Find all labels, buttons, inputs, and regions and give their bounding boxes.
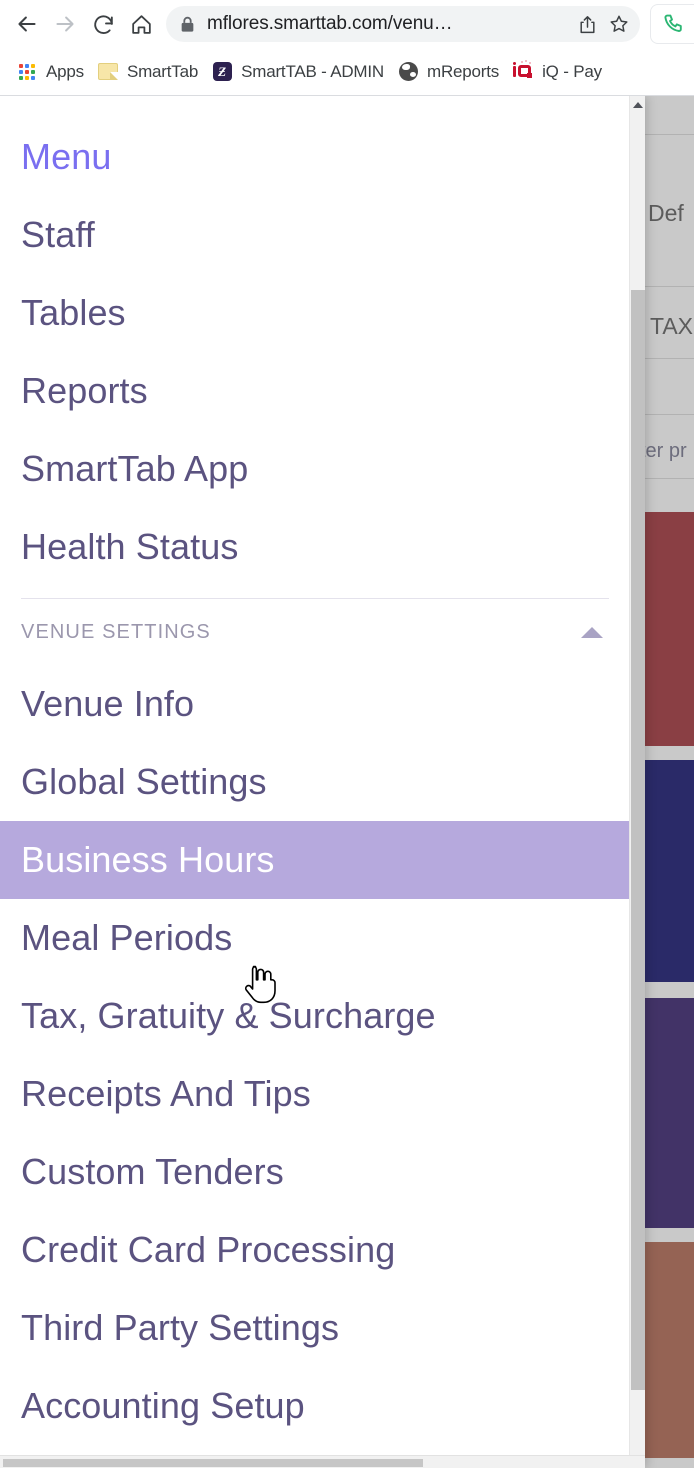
nav-item-label: Reports bbox=[21, 370, 148, 411]
share-icon[interactable] bbox=[572, 9, 602, 39]
nav-item-label: Credit Card Processing bbox=[21, 1229, 396, 1270]
section-header-label: VENUE SETTINGS bbox=[21, 620, 211, 643]
nav-item-credit-card-processing[interactable]: Credit Card Processing bbox=[0, 1211, 629, 1289]
nav-item-label: SmartTab App bbox=[21, 448, 249, 489]
nav-item-receipts-and-tips[interactable]: Receipts And Tips bbox=[0, 1055, 629, 1133]
caret-up-icon bbox=[633, 101, 643, 108]
bookmark-mreports[interactable]: mReports bbox=[391, 55, 506, 89]
page-horizontal-scrollbar[interactable] bbox=[0, 1455, 645, 1468]
iq-pay-icon bbox=[513, 60, 533, 82]
bookmark-smarttab-admin[interactable]: Ƶ SmartTAB - ADMIN bbox=[205, 55, 391, 89]
nav-item-third-party-settings[interactable]: Third Party Settings bbox=[0, 1289, 629, 1367]
apps-grid-icon bbox=[17, 62, 37, 82]
home-icon bbox=[131, 14, 151, 34]
drawer-scroll-area: Menu Staff Tables Reports SmartTab App H… bbox=[0, 96, 629, 1468]
bg-fragment-default: Def bbox=[648, 200, 684, 226]
caret-up-icon[interactable] bbox=[581, 626, 603, 638]
bookmark-label: Apps bbox=[46, 61, 84, 81]
browser-chrome: mflores.smarttab.com/venu… Apps SmartTab… bbox=[0, 0, 694, 96]
nav-item-reports[interactable]: Reports bbox=[0, 352, 629, 430]
bg-fragment-tax: TAX bbox=[650, 313, 694, 339]
drawer-vertical-scrollbar[interactable] bbox=[629, 96, 645, 1468]
nav-item-label: Venue Info bbox=[21, 683, 195, 724]
nav-item-label: Global Settings bbox=[21, 761, 267, 802]
forward-button[interactable] bbox=[46, 5, 84, 43]
nav-item-tables[interactable]: Tables bbox=[0, 274, 629, 352]
section-header-venue-settings[interactable]: VENUE SETTINGS bbox=[0, 599, 629, 665]
horizontal-scrollbar-thumb[interactable] bbox=[3, 1459, 423, 1467]
reload-icon bbox=[93, 14, 113, 34]
nav-item-label: Business Hours bbox=[21, 839, 275, 880]
bookmark-label: SmartTAB - ADMIN bbox=[241, 61, 384, 81]
nav-item-label: Accounting Setup bbox=[21, 1385, 305, 1426]
globe-icon bbox=[398, 62, 418, 82]
nav-item-label: Meal Periods bbox=[21, 917, 233, 958]
nav-item-menu[interactable]: Menu bbox=[0, 118, 629, 196]
nav-item-label: Menu bbox=[21, 136, 112, 177]
nav-item-meal-periods[interactable]: Meal Periods bbox=[0, 899, 629, 977]
url-text: mflores.smarttab.com/venu… bbox=[207, 13, 453, 34]
nav-item-label: Tables bbox=[21, 292, 126, 333]
browser-toolbar: mflores.smarttab.com/venu… bbox=[0, 0, 694, 48]
primary-nav-list: Menu Staff Tables Reports SmartTab App H… bbox=[0, 118, 629, 586]
nav-item-health-status[interactable]: Health Status bbox=[0, 508, 629, 586]
nav-item-label: Third Party Settings bbox=[21, 1307, 340, 1348]
back-button[interactable] bbox=[8, 5, 46, 43]
bookmark-smarttab[interactable]: SmartTab bbox=[91, 55, 205, 89]
arrow-left-icon bbox=[18, 16, 36, 32]
scrollbar-thumb[interactable] bbox=[631, 290, 645, 1390]
extension-button[interactable] bbox=[650, 4, 694, 44]
nav-item-label: Health Status bbox=[21, 526, 239, 567]
bg-fragment-enter-price: ter pr bbox=[640, 440, 687, 462]
nav-item-label: Staff bbox=[21, 214, 95, 255]
nav-item-venue-info[interactable]: Venue Info bbox=[0, 665, 629, 743]
nav-item-label: Receipts And Tips bbox=[21, 1073, 311, 1114]
arrow-right-icon bbox=[56, 16, 74, 32]
phone-call-icon bbox=[663, 14, 682, 32]
smarttab-admin-icon: Ƶ bbox=[212, 62, 232, 82]
star-icon[interactable] bbox=[604, 9, 634, 39]
nav-item-label: Custom Tenders bbox=[21, 1151, 284, 1192]
bookmark-label: SmartTab bbox=[126, 61, 199, 81]
home-button[interactable] bbox=[122, 5, 160, 43]
bookmarks-bar: Apps SmartTab Ƶ SmartTAB - ADMIN mReport… bbox=[0, 48, 694, 95]
nav-item-staff[interactable]: Staff bbox=[0, 196, 629, 274]
bookmark-apps[interactable]: Apps bbox=[10, 55, 91, 89]
nav-item-smarttab-app[interactable]: SmartTab App bbox=[0, 430, 629, 508]
nav-item-accounting-setup[interactable]: Accounting Setup bbox=[0, 1367, 629, 1445]
bookmark-iq-pay[interactable]: iQ - Pay bbox=[506, 55, 609, 89]
nav-item-tax-gratuity-surcharge[interactable]: Tax, Gratuity & Surcharge bbox=[0, 977, 629, 1055]
nav-item-custom-tenders[interactable]: Custom Tenders bbox=[0, 1133, 629, 1211]
lock-icon bbox=[180, 16, 195, 33]
address-bar[interactable]: mflores.smarttab.com/venu… bbox=[166, 6, 640, 42]
bookmark-label: mReports bbox=[427, 61, 500, 81]
bookmark-label: iQ - Pay bbox=[542, 61, 602, 81]
page-viewport: Def TAX ter pr Menu Staff Tables Reports… bbox=[0, 96, 694, 1468]
reload-button[interactable] bbox=[84, 5, 122, 43]
nav-item-label: Tax, Gratuity & Surcharge bbox=[21, 995, 436, 1036]
folder-icon bbox=[97, 62, 118, 82]
nav-item-business-hours[interactable]: Business Hours bbox=[0, 821, 629, 899]
nav-item-global-settings[interactable]: Global Settings bbox=[0, 743, 629, 821]
scrollbar-up-arrow[interactable] bbox=[630, 96, 645, 113]
navigation-drawer: Menu Staff Tables Reports SmartTab App H… bbox=[0, 96, 645, 1468]
venue-settings-nav-list: Venue Info Global Settings Business Hour… bbox=[0, 665, 629, 1445]
